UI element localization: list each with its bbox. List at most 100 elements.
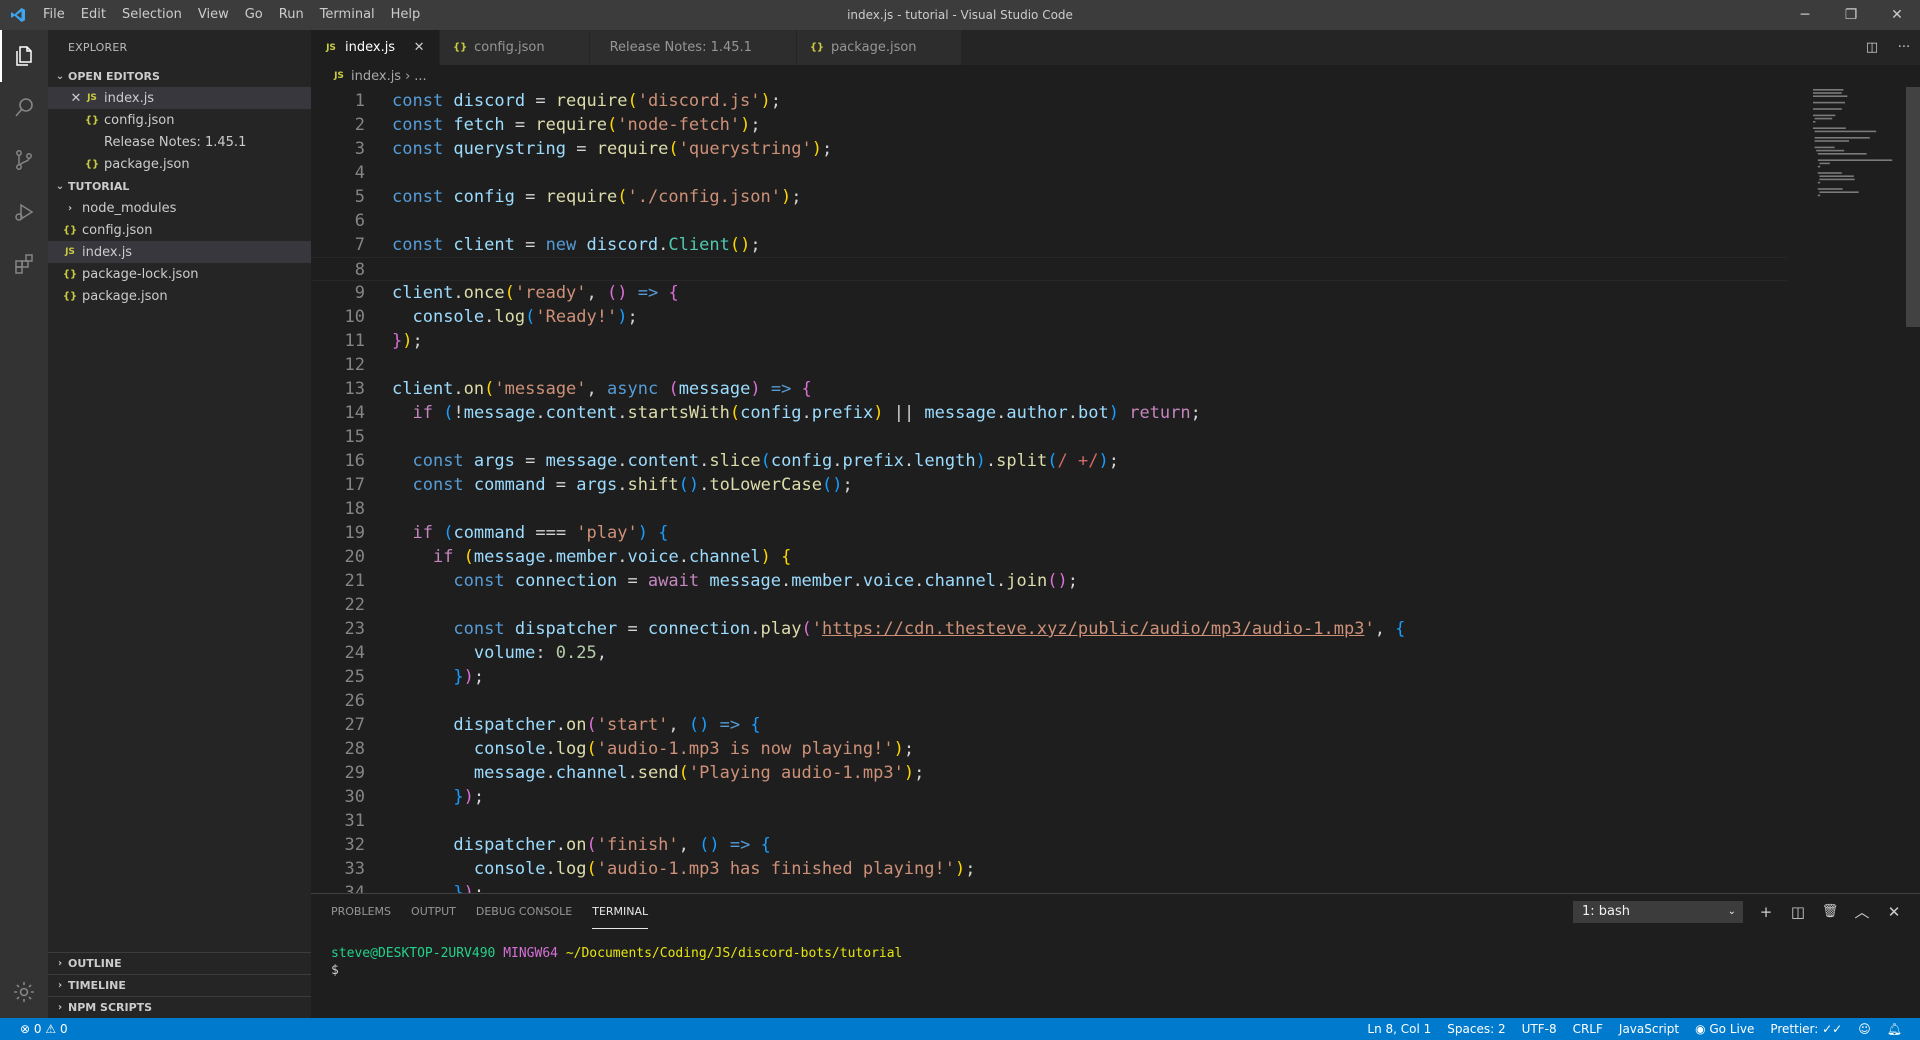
code-line[interactable]: 32 dispatcher.on('finish', () => { [311,833,1787,857]
cursor-position[interactable]: Ln 8, Col 1 [1359,1018,1439,1040]
menu-run[interactable]: Run [271,0,312,30]
go-live-button[interactable]: ◉ Go Live [1687,1018,1762,1040]
panel-actions: + ◫ 🗑 ︿ ✕ [1750,894,1910,929]
kill-terminal-icon[interactable]: 🗑 [1814,904,1846,919]
code-line[interactable]: 26 [311,689,1787,713]
menu-selection[interactable]: Selection [114,0,190,30]
timeline-header[interactable]: › TIMELINE [48,974,311,996]
code-line[interactable]: 14 if (!message.content.startsWith(confi… [311,401,1787,425]
code-line[interactable]: 2 const fetch = require('node-fetch'); [311,113,1787,137]
editor-scrollbar[interactable] [1906,87,1920,327]
menu-help[interactable]: Help [383,0,429,30]
code-line[interactable]: 15 [311,425,1787,449]
code-line[interactable]: 27 dispatcher.on('start', () => { [311,713,1787,737]
code-line[interactable]: 3 const querystring = require('querystrin… [311,137,1787,161]
settings-gear-icon[interactable] [0,966,48,1018]
tab-debug-console[interactable]: DEBUG CONSOLE [476,894,572,929]
end-of-line[interactable]: CRLF [1565,1018,1611,1040]
code-line[interactable]: 20 if (message.member.voice.channel) { [311,545,1787,569]
code-line[interactable]: 13 client.on('message', async (message) =… [311,377,1787,401]
code-line[interactable]: 17 const command = args.shift().toLowerC… [311,473,1787,497]
code-line[interactable]: 9 client.once('ready', () => { [311,281,1787,305]
file-item[interactable]: {} package-lock.json [48,263,311,285]
code-line[interactable]: 12 [311,353,1787,377]
code-line[interactable]: 7 const client = new discord.Client(); [311,233,1787,257]
code-line[interactable]: 5 const config = require('./config.json')… [311,185,1787,209]
code-line[interactable]: 31 [311,809,1787,833]
menu-go[interactable]: Go [237,0,271,30]
code-line[interactable]: 16 const args = message.content.slice(co… [311,449,1787,473]
file-item[interactable]: JS index.js [48,241,311,263]
code-line[interactable]: 33 console.log('audio-1.mp3 has finished… [311,857,1787,881]
menu-file[interactable]: File [35,0,73,30]
new-terminal-icon[interactable]: + [1750,903,1782,921]
tab-index-js[interactable]: JS index.js ✕ [311,30,441,65]
close-window-button[interactable]: ✕ [1874,0,1920,30]
menu-terminal[interactable]: Terminal [312,0,383,30]
minimize-button[interactable]: ─ [1782,0,1828,30]
code-editor[interactable]: 1 const discord = require('discord.js'); 2… [311,87,1920,893]
tab-problems[interactable]: PROBLEMS [331,894,391,929]
code-line[interactable]: 19 if (command === 'play') { [311,521,1787,545]
indentation[interactable]: Spaces: 2 [1439,1018,1513,1040]
open-editor-item[interactable]: {} package.json [48,153,311,175]
code-line[interactable]: 4 [311,161,1787,185]
open-editor-item[interactable]: {} config.json [48,109,311,131]
open-editor-item[interactable]: ✕ JS index.js [48,87,311,109]
npm-scripts-header[interactable]: › NPM SCRIPTS [48,996,311,1018]
code-line[interactable]: 29 message.channel.send('Playing audio-1… [311,761,1787,785]
code-line[interactable]: 11}); [311,329,1787,353]
file-item[interactable]: {} package.json [48,285,311,307]
code-line[interactable]: 24 volume: 0.25, [311,641,1787,665]
maximize-panel-icon[interactable]: ︿ [1846,901,1878,922]
code-line[interactable]: 21 const connection = await message.memb… [311,569,1787,593]
code-line[interactable]: 10 console.log('Ready!'); [311,305,1787,329]
open-editor-item[interactable]: Release Notes: 1.45.1 [48,131,311,153]
encoding[interactable]: UTF-8 [1514,1018,1565,1040]
open-editors-header[interactable]: ⌄ OPEN EDITORS [48,65,311,87]
tab-terminal[interactable]: TERMINAL [592,894,649,929]
notifications-bell-icon[interactable]: 🔔︎ [1879,1018,1910,1040]
problems-status[interactable]: ⊗ 0 ⚠ 0 [12,1018,76,1040]
prettier-status[interactable]: Prettier: ✓✓ [1762,1018,1850,1040]
workspace-header[interactable]: ⌄ TUTORIAL [48,175,311,197]
tab-package-json[interactable]: {} package.json [796,30,962,65]
code-line[interactable]: 25 }); [311,665,1787,689]
tab-output[interactable]: OUTPUT [411,894,456,929]
close-icon[interactable]: ✕ [68,91,84,106]
source-control-icon[interactable] [0,134,48,186]
code-line[interactable]: 28 console.log('audio-1.mp3 is now playi… [311,737,1787,761]
language-mode[interactable]: JavaScript [1611,1018,1687,1040]
search-icon[interactable] [0,82,48,134]
breadcrumb-symbol[interactable]: ... [414,69,426,84]
tab-config-json[interactable]: {} config.json [440,30,590,65]
maximize-button[interactable]: ❐ [1828,0,1874,30]
minimap[interactable] [1811,87,1906,257]
code-line[interactable]: 6 [311,209,1787,233]
menu-edit[interactable]: Edit [73,0,114,30]
code-line[interactable]: 18 [311,497,1787,521]
code-line[interactable]: 30 }); [311,785,1787,809]
code-line[interactable]: 22 [311,593,1787,617]
terminal-output[interactable]: steve@DESKTOP-2URV490 MINGW64 ~/Document… [311,945,1920,979]
explorer-icon[interactable] [0,30,48,82]
more-actions-icon[interactable]: ··· [1888,40,1920,55]
close-panel-icon[interactable]: ✕ [1878,903,1910,921]
feedback-icon[interactable]: ☺ [1850,1018,1879,1040]
code-line[interactable]: 8 [311,257,1787,281]
close-tab-icon[interactable]: ✕ [409,40,429,55]
extensions-icon[interactable] [0,238,48,290]
code-line[interactable]: 1 const discord = require('discord.js'); [311,89,1787,113]
menu-view[interactable]: View [190,0,237,30]
folder-item[interactable]: › node_modules [48,197,311,219]
code-line[interactable]: 23 const dispatcher = connection.play('h… [311,617,1787,641]
tab-release-notes[interactable]: Release Notes: 1.45.1 [589,30,797,65]
run-debug-icon[interactable] [0,186,48,238]
code-line[interactable]: 34 }); [311,881,1787,893]
breadcrumb-file[interactable]: index.js [351,69,401,84]
terminal-select[interactable]: 1: bash ⌄ [1573,901,1743,923]
file-item[interactable]: {} config.json [48,219,311,241]
split-terminal-icon[interactable]: ◫ [1782,903,1814,921]
outline-header[interactable]: › OUTLINE [48,952,311,974]
split-editor-icon[interactable]: ◫ [1856,40,1888,55]
